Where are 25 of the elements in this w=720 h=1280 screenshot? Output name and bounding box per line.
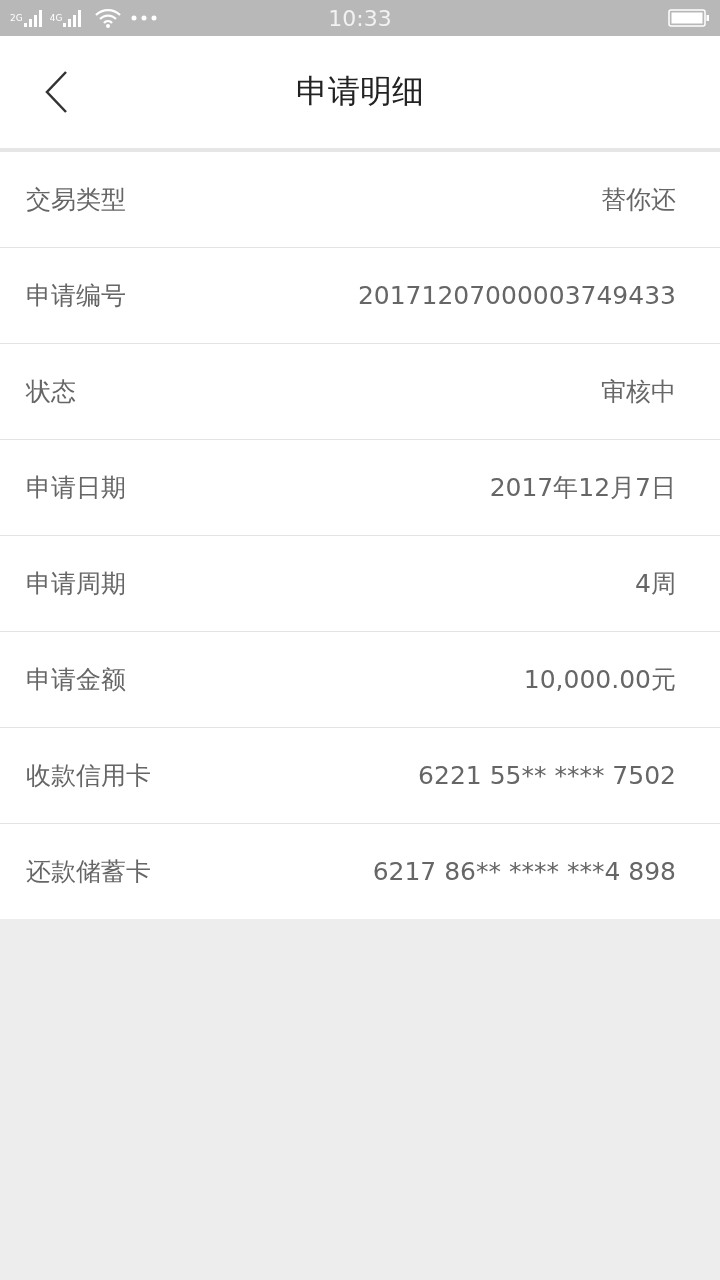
network-label: 4G — [49, 13, 63, 23]
field-label: 申请编号 — [26, 280, 126, 312]
field-value: 6217 86** **** ***4 898 — [372, 857, 676, 886]
field-value: 替你还 — [601, 184, 676, 216]
field-value: 10,000.00元 — [523, 664, 676, 696]
field-value: 4周 — [635, 568, 676, 600]
field-label: 状态 — [26, 376, 76, 408]
status-time: 10:33 — [328, 5, 392, 31]
field-value: 20171207000003749433 — [357, 281, 676, 310]
field-value: 审核中 — [601, 376, 676, 408]
page-title: 申请明细 — [296, 71, 424, 112]
battery-icon — [668, 9, 710, 27]
network-label: 2G — [10, 13, 23, 23]
wifi-icon — [95, 8, 122, 28]
field-label: 还款储蓄卡 — [26, 856, 151, 888]
field-label: 收款信用卡 — [26, 760, 151, 792]
field-label: 申请日期 — [26, 472, 126, 504]
more-icon — [131, 15, 158, 21]
field-value: 2017年12月7日 — [489, 472, 676, 504]
field-label: 申请金额 — [26, 664, 126, 696]
signal-icon — [63, 9, 84, 27]
signal-icon — [23, 9, 44, 27]
field-value: 6221 55** **** 7502 — [418, 761, 676, 790]
field-label: 交易类型 — [26, 184, 126, 216]
field-label: 申请周期 — [26, 568, 126, 600]
